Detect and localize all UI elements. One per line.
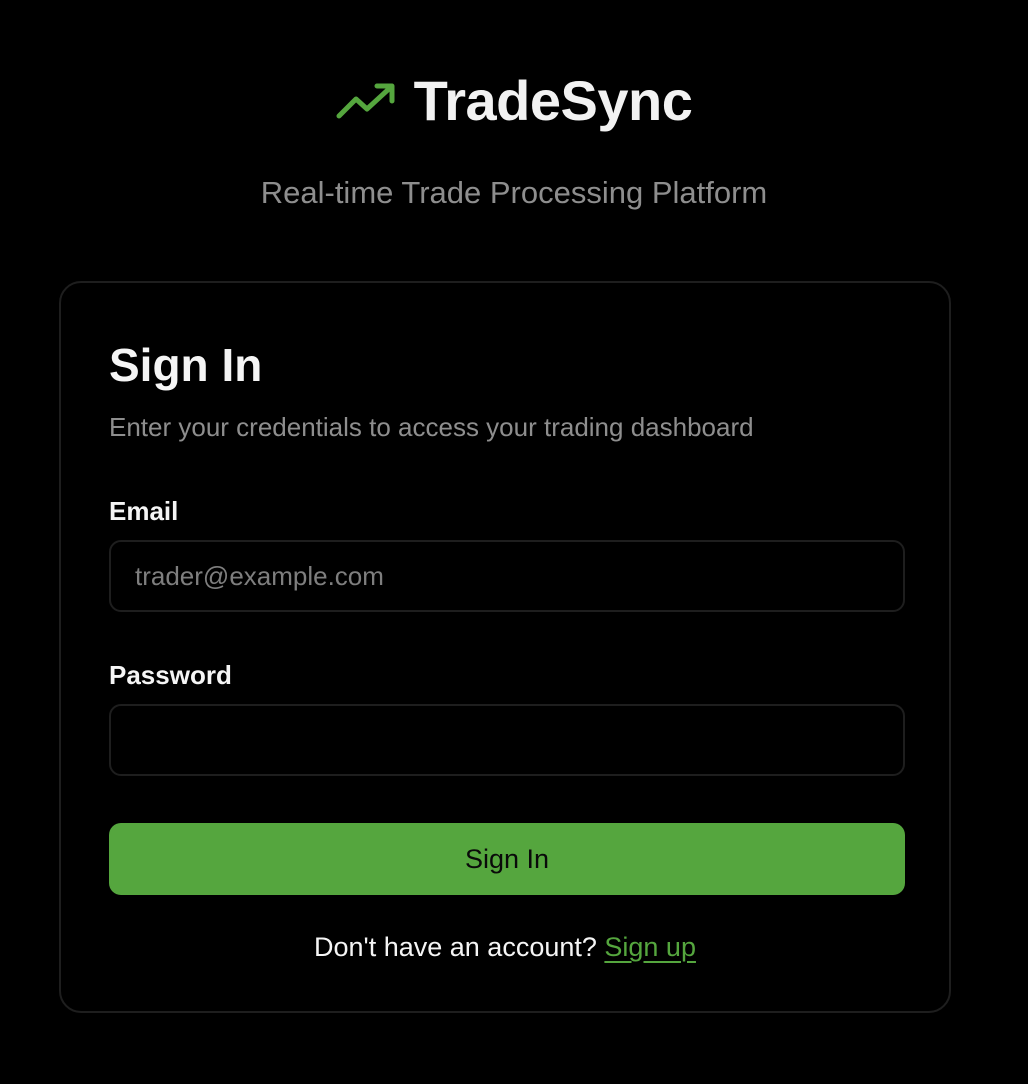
password-field[interactable] [109,704,905,776]
email-label: Email [109,496,179,526]
sign-in-card: Sign In Enter your credentials to access… [59,281,951,1013]
signup-prompt-text: Don't have an account? [314,932,605,962]
password-label: Password [109,660,232,690]
signup-prompt-row: Don't have an account? Sign up [61,929,949,965]
brand-tagline: Real-time Trade Processing Platform [260,175,768,210]
sign-in-button[interactable]: Sign In [109,823,905,895]
trending-up-icon [336,83,395,119]
email-field[interactable] [109,540,905,612]
brand-header: TradeSync [0,66,1028,136]
brand-name: TradeSync [413,69,693,132]
sign-up-link[interactable]: Sign up [604,932,696,962]
sign-in-title: Sign In [109,339,263,391]
sign-in-subtitle: Enter your credentials to access your tr… [109,412,754,442]
